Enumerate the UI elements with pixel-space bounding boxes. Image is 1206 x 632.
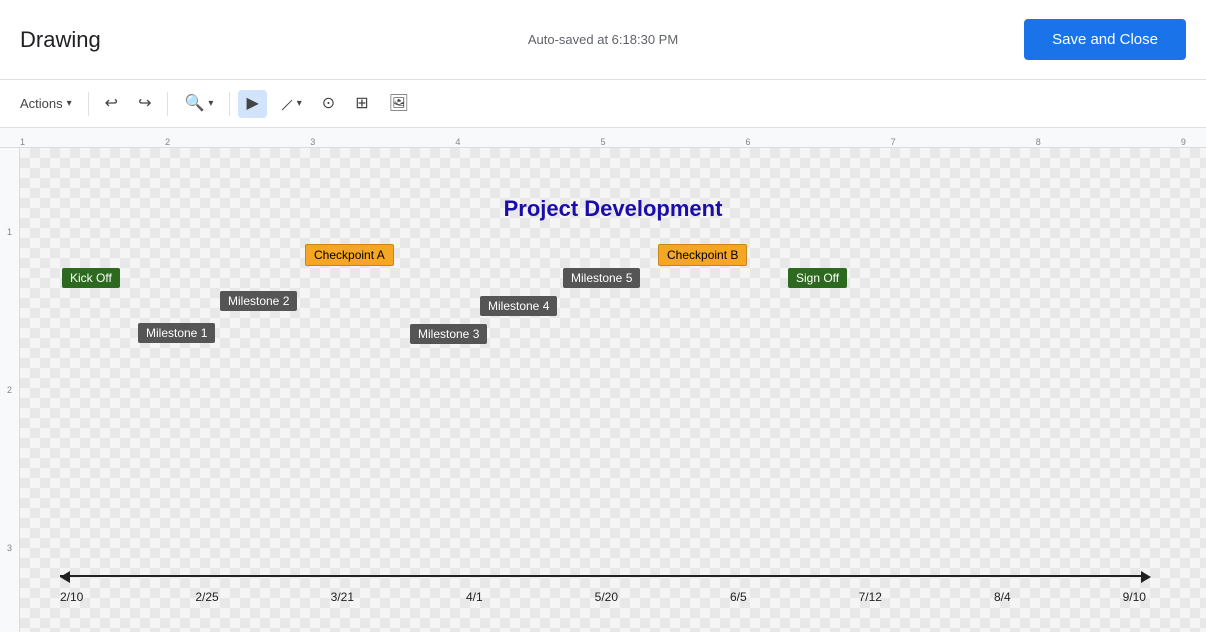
select-cursor-icon: ▶	[246, 96, 258, 112]
redo-icon: ↪	[138, 96, 151, 112]
milestone-1: Milestone 1	[138, 323, 215, 343]
toolbar: Actions ▾ ↩ ↪ 🔍 ▾ ▶ — ▾ ⊙ ⊞ 🖼	[0, 80, 1206, 128]
zoom-icon: 🔍	[184, 96, 204, 112]
date-4: 4/1	[466, 590, 483, 604]
milestone-2: Milestone 2	[220, 291, 297, 311]
timeline-arrow-right	[1141, 571, 1151, 583]
vertical-ruler: 1 2 3	[0, 148, 20, 632]
checkpoint-a: Checkpoint A	[305, 244, 394, 266]
date-9: 9/10	[1123, 590, 1146, 604]
canvas-area: 1 2 3 Project Development Kick Off Miles…	[0, 148, 1206, 632]
milestone-4: Milestone 4	[480, 296, 557, 316]
autosave-status: Auto-saved at 6:18:30 PM	[528, 32, 678, 47]
milestone-3: Milestone 3	[410, 324, 487, 344]
milestone-5: Milestone 5	[563, 268, 640, 288]
date-8: 8/4	[994, 590, 1011, 604]
actions-menu-button[interactable]: Actions ▾	[12, 90, 80, 117]
date-5: 5/20	[595, 590, 618, 604]
line-chevron-icon: ▾	[297, 98, 302, 109]
zoom-chevron-icon: ▾	[208, 98, 213, 109]
textbox-icon: ⊞	[355, 96, 368, 112]
drawing-canvas[interactable]: Project Development Kick Off Milestone 1…	[20, 148, 1206, 632]
ruler-numbers: 1 2 3 4 5 6 7 8 9	[20, 137, 1186, 147]
checkpoint-b: Checkpoint B	[658, 244, 747, 266]
date-labels: 2/10 2/25 3/21 4/1 5/20 6/5 7/12 8/4 9/1…	[60, 590, 1146, 604]
textbox-tool-button[interactable]: ⊞	[347, 90, 376, 118]
divider-3	[229, 92, 230, 116]
shape-tool-button[interactable]: ⊙	[314, 90, 343, 118]
redo-button[interactable]: ↪	[130, 90, 159, 118]
undo-icon: ↩	[105, 96, 118, 112]
line-icon: —	[276, 94, 296, 114]
zoom-button[interactable]: 🔍 ▾	[176, 90, 221, 118]
diagram-title: Project Development	[504, 196, 723, 222]
image-icon: 🖼	[389, 96, 409, 112]
timeline-line	[60, 575, 1146, 577]
divider-1	[88, 92, 89, 116]
app-title: Drawing	[20, 27, 101, 53]
actions-chevron-icon: ▾	[67, 98, 72, 109]
image-tool-button[interactable]: 🖼	[381, 90, 417, 118]
date-6: 6/5	[730, 590, 747, 604]
divider-2	[167, 92, 168, 116]
select-tool-button[interactable]: ▶	[238, 90, 266, 118]
app-header: Drawing Auto-saved at 6:18:30 PM Save an…	[0, 0, 1206, 80]
actions-label: Actions	[20, 96, 63, 111]
date-2: 2/25	[195, 590, 218, 604]
date-3: 3/21	[331, 590, 354, 604]
shape-circle-icon: ⊙	[322, 96, 335, 112]
milestone-kick-off: Kick Off	[62, 268, 120, 288]
diagram-content: Project Development Kick Off Milestone 1…	[20, 148, 1206, 632]
date-1: 2/10	[60, 590, 83, 604]
save-close-button[interactable]: Save and Close	[1024, 19, 1186, 60]
date-7: 7/12	[859, 590, 882, 604]
horizontal-ruler: 1 2 3 4 5 6 7 8 9	[0, 128, 1206, 148]
undo-button[interactable]: ↩	[97, 90, 126, 118]
milestone-sign-off: Sign Off	[788, 268, 847, 288]
timeline-arrow-left	[60, 571, 70, 583]
line-tool-button[interactable]: — ▾	[271, 91, 310, 117]
